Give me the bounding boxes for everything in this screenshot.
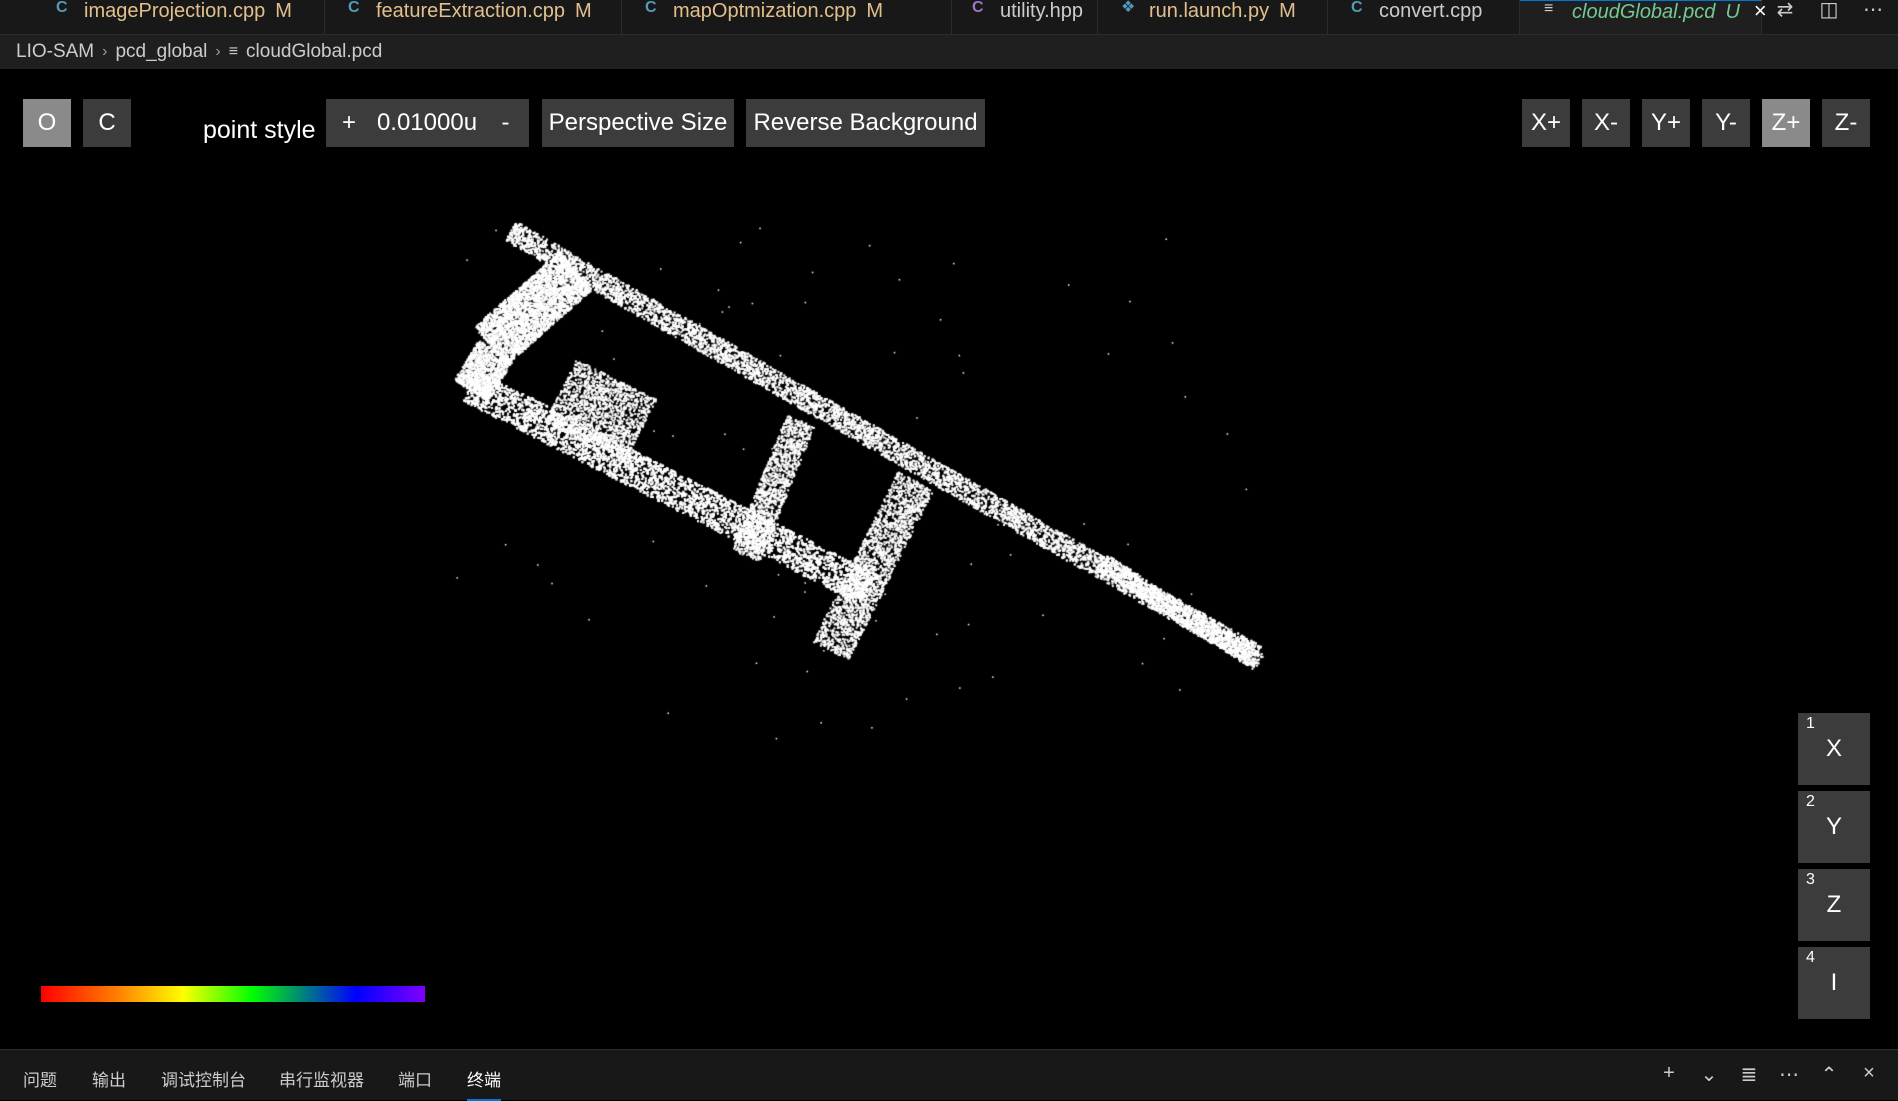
tab-label: run.launch.py: [1149, 0, 1270, 22]
view-x-minus-button[interactable]: X-: [1582, 99, 1630, 147]
tab-featureextraction[interactable]: C featureExtraction.cpp M: [325, 0, 622, 34]
breadcrumb-project[interactable]: LIO-SAM: [16, 41, 94, 63]
increase-point-size-button[interactable]: +: [326, 109, 372, 137]
plus-icon[interactable]: +: [1656, 1062, 1682, 1087]
point-style-label: point style: [203, 116, 316, 144]
reverse-background-button[interactable]: Reverse Background: [746, 99, 985, 147]
shortcut-number: 4: [1806, 949, 1815, 966]
cpp-file-icon: C: [645, 0, 657, 16]
axis-label: Z: [1826, 891, 1842, 918]
cpp-file-icon: C: [348, 0, 360, 16]
more-icon[interactable]: ⋯: [1776, 1062, 1802, 1087]
tab-imageprojection[interactable]: C imageProjection.cpp M: [0, 0, 325, 34]
tab-git-status: M: [1279, 0, 1296, 22]
color-by-intensity-button[interactable]: 4 I: [1798, 947, 1870, 1019]
breadcrumb-file[interactable]: cloudGlobal.pcd: [246, 41, 382, 63]
maximize-icon[interactable]: ⌃: [1816, 1062, 1842, 1087]
orthographic-button[interactable]: O: [23, 99, 71, 147]
breadcrumb-folder[interactable]: pcd_global: [115, 41, 207, 63]
perspective-size-button[interactable]: Perspective Size: [542, 99, 734, 147]
python-file-icon: ❖: [1121, 0, 1136, 16]
text-file-icon: ≡: [228, 43, 239, 60]
chevron-right-icon: ›: [102, 43, 108, 60]
close-cloud-button[interactable]: C: [83, 99, 131, 147]
close-icon[interactable]: ×: [1856, 1062, 1882, 1087]
tab-git-status: M: [275, 0, 292, 22]
tab-label: featureExtraction.cpp: [376, 0, 565, 22]
editor-tab-bar: C imageProjection.cpp M C featureExtract…: [0, 0, 1898, 35]
chevron-down-icon[interactable]: ⌄: [1696, 1062, 1722, 1087]
point-cloud-canvas[interactable]: [0, 69, 1898, 1049]
clear-icon[interactable]: ≣: [1736, 1062, 1762, 1087]
tab-label: convert.cpp: [1379, 0, 1483, 22]
cpp-file-icon: C: [1351, 0, 1363, 16]
view-y-minus-button[interactable]: Y-: [1702, 99, 1750, 147]
axis-label: X: [1825, 735, 1842, 762]
view-z-minus-button[interactable]: Z-: [1822, 99, 1870, 147]
text-file-icon: ≡: [1544, 0, 1554, 17]
color-by-y-button[interactable]: 2 Y: [1798, 791, 1870, 863]
tab-debug-console[interactable]: 调试控制台: [161, 1066, 246, 1091]
tab-git-status: M: [575, 0, 592, 22]
tab-terminal[interactable]: 终端: [467, 1066, 501, 1101]
tab-ports[interactable]: 端口: [398, 1066, 432, 1091]
panel-actions: + ⌄ ≣ ⋯ ⌃ ×: [1656, 1062, 1882, 1087]
color-by-x-button[interactable]: 1 X: [1798, 713, 1870, 785]
tab-cloudglobal[interactable]: ≡ cloudGlobal.pcd U ×: [1520, 0, 1767, 34]
axis-label: Y: [1825, 813, 1842, 840]
tab-label: mapOptmization.cpp: [673, 0, 857, 22]
tab-mapoptmization[interactable]: C mapOptmization.cpp M: [622, 0, 952, 34]
close-icon[interactable]: ×: [1754, 0, 1767, 22]
tab-serial-monitor[interactable]: 串行监视器: [279, 1066, 364, 1091]
bottom-panel-bar: 问题 输出 调试控制台 串行监视器 端口 终端 + ⌄ ≣ ⋯ ⌃ ×: [0, 1049, 1898, 1101]
breadcrumb: LIO-SAM › pcd_global › ≡ cloudGlobal.pcd: [0, 35, 1898, 69]
tab-label: cloudGlobal.pcd: [1572, 1, 1716, 23]
view-z-plus-button[interactable]: Z+: [1762, 99, 1810, 147]
tab-output[interactable]: 输出: [92, 1066, 126, 1091]
editor-actions: ⇄ ◫ ⋯: [1772, 0, 1886, 20]
point-size-control: + 0.01000u -: [326, 99, 529, 147]
cpp-file-icon: C: [56, 0, 68, 16]
split-editor-icon[interactable]: ◫: [1816, 0, 1842, 20]
decrease-point-size-button[interactable]: -: [482, 109, 529, 137]
chevron-right-icon: ›: [215, 43, 221, 60]
shortcut-number: 2: [1806, 793, 1815, 810]
tab-convert[interactable]: C convert.cpp: [1328, 0, 1520, 34]
tab-git-status: M: [866, 0, 884, 22]
color-scale-bar: [41, 986, 425, 1002]
tab-run-launch[interactable]: ❖ run.launch.py M: [1098, 0, 1328, 34]
tab-problems[interactable]: 问题: [23, 1066, 57, 1091]
more-icon[interactable]: ⋯: [1860, 0, 1886, 20]
pcd-viewer[interactable]: O C point style + 0.01000u - Perspective…: [0, 69, 1898, 1049]
view-y-plus-button[interactable]: Y+: [1642, 99, 1690, 147]
color-by-z-button[interactable]: 3 Z: [1798, 869, 1870, 941]
view-x-plus-button[interactable]: X+: [1522, 99, 1570, 147]
tab-utility[interactable]: C utility.hpp: [952, 0, 1098, 34]
point-size-value: 0.01000u: [376, 109, 478, 136]
shortcut-number: 1: [1806, 715, 1815, 732]
tab-git-status: U: [1725, 1, 1740, 23]
axis-label: I: [1830, 969, 1838, 996]
tab-label: utility.hpp: [1000, 0, 1084, 22]
shortcut-number: 3: [1806, 871, 1815, 888]
compare-icon[interactable]: ⇄: [1772, 0, 1798, 20]
tab-label: imageProjection.cpp: [84, 0, 266, 22]
hpp-file-icon: C: [972, 0, 984, 16]
